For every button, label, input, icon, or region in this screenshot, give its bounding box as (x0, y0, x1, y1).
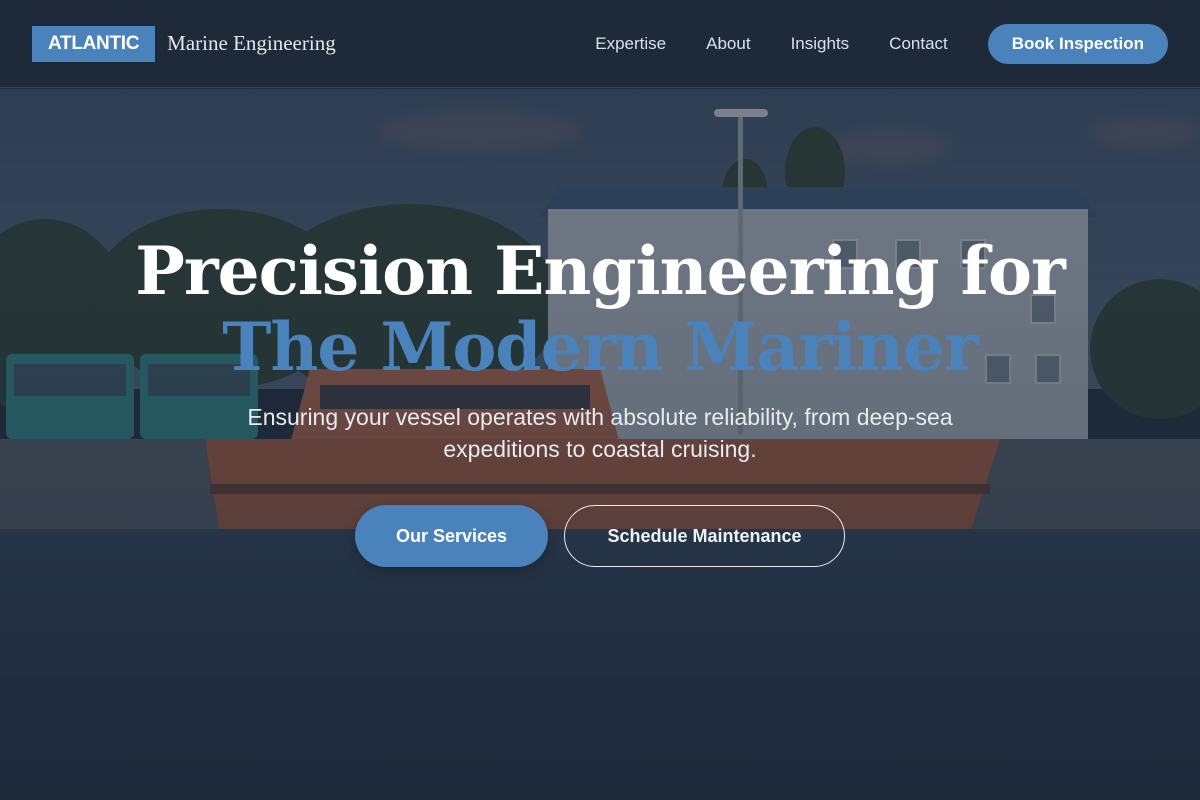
brand-name: Marine Engineering (167, 31, 336, 55)
nav-link-expertise[interactable]: Expertise (595, 34, 666, 54)
brand-logo[interactable]: ATLANTIC Marine Engineering (32, 25, 336, 62)
hero-title: Precision Engineering for (135, 232, 1066, 310)
nav-link-contact[interactable]: Contact (889, 34, 948, 54)
schedule-maintenance-button[interactable]: Schedule Maintenance (564, 505, 845, 567)
brand-badge: ATLANTIC (32, 25, 156, 62)
hero-subtitle: Ensuring your vessel operates with absol… (247, 404, 953, 462)
our-services-button[interactable]: Our Services (355, 505, 548, 567)
main-nav: Expertise About Insights Contact Book In… (595, 23, 1168, 64)
nav-link-insights[interactable]: Insights (791, 34, 850, 54)
hero-title-highlight: The Modern Mariner (222, 308, 978, 386)
nav-link-about[interactable]: About (706, 34, 750, 54)
book-inspection-button[interactable]: Book Inspection (987, 23, 1168, 64)
hero-section: Precision Engineering for The Modern Mar… (0, 89, 1200, 800)
site-header: ATLANTIC Marine Engineering Expertise Ab… (0, 0, 1200, 88)
hero-buttons: Our Services Schedule Maintenance (0, 505, 1200, 567)
